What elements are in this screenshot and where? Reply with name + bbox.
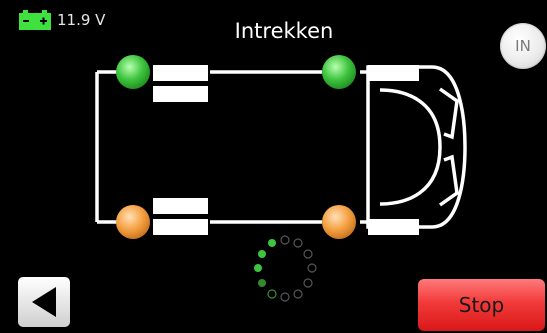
- back-button[interactable]: [18, 277, 70, 327]
- axle-block: [153, 65, 208, 81]
- cab-mirror-top: [438, 87, 459, 140]
- screen: 11.9 V Intrekken IN Stop: [0, 0, 547, 333]
- wheel-front-right-indicator: [322, 55, 356, 89]
- windshield-line: [379, 88, 442, 206]
- wheel-rear-right-indicator: [322, 205, 356, 239]
- axle-block: [368, 65, 419, 81]
- axle-block: [153, 219, 208, 235]
- loading-spinner-icon: [254, 235, 317, 302]
- axle-block: [368, 219, 419, 235]
- stop-button[interactable]: Stop: [418, 279, 545, 331]
- axle-block: [153, 198, 208, 214]
- wheel-rear-left-indicator: [116, 205, 150, 239]
- cab-mirror-bottom: [438, 154, 459, 207]
- back-arrow-icon: [32, 287, 56, 317]
- wheel-front-left-indicator: [116, 55, 150, 89]
- axle-block: [153, 86, 208, 102]
